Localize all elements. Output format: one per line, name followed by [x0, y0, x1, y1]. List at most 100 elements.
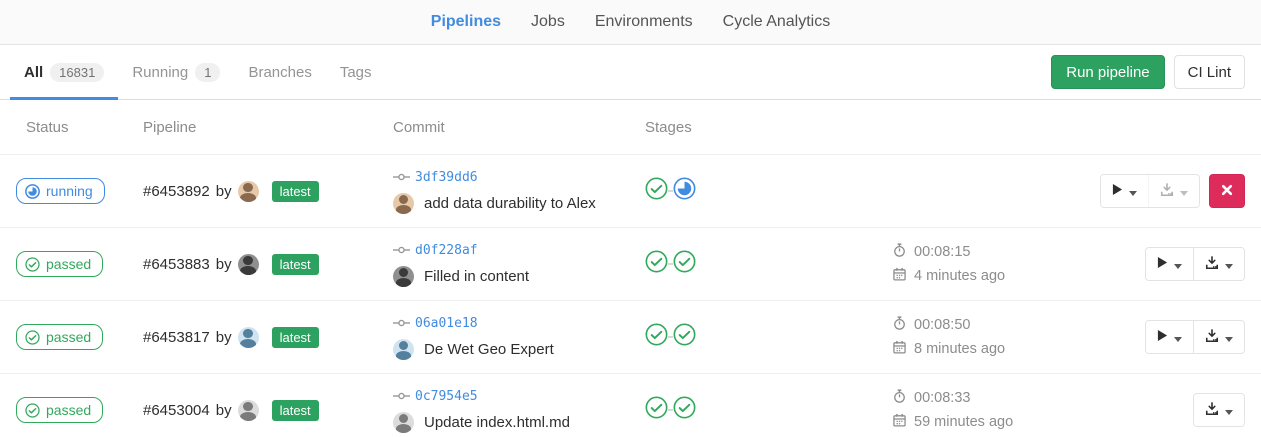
commit-sha-link[interactable]: d0f228af [415, 243, 478, 258]
caret-down-icon [1225, 257, 1233, 272]
pipelines-tab-bar: All 16831 Running 1 Branches Tags Run pi… [0, 45, 1261, 100]
artifacts-dropdown[interactable] [1148, 175, 1199, 207]
tab-all[interactable]: All 16831 [10, 45, 118, 99]
stage-passed-icon[interactable] [645, 396, 668, 424]
stage-passed-icon[interactable] [645, 250, 668, 278]
pipeline-row: passed #6453004 by latest 0c7954e5 Updat… [0, 374, 1261, 437]
pipeline-actions-group [1145, 247, 1245, 281]
status-label: running [46, 183, 93, 199]
caret-down-icon [1129, 184, 1137, 199]
tab-tags[interactable]: Tags [326, 45, 386, 99]
pipeline-link[interactable]: #6453817 [143, 329, 210, 346]
stage-passed-icon[interactable] [673, 250, 696, 278]
latest-badge: latest [272, 327, 319, 348]
manual-actions-dropdown[interactable] [1101, 175, 1148, 207]
nav-item-cycle-analytics[interactable]: Cycle Analytics [723, 13, 831, 31]
commit-message-link[interactable]: Filled in content [424, 268, 529, 285]
avatar[interactable] [238, 254, 259, 275]
tab-running-count: 1 [195, 63, 220, 82]
pipeline-time-ago: 8 minutes ago [914, 341, 1005, 357]
cancel-icon [1221, 184, 1233, 199]
artifacts-dropdown[interactable] [1193, 248, 1244, 280]
commit-author-avatar[interactable] [393, 412, 414, 433]
tab-bar-actions: Run pipeline CI Lint [1051, 45, 1245, 99]
timer-icon [893, 389, 906, 407]
pipeline-link[interactable]: #6453892 [143, 183, 210, 200]
commit-author-avatar[interactable] [393, 266, 414, 287]
run-pipeline-button[interactable]: Run pipeline [1051, 55, 1164, 89]
nav-item-pipelines[interactable]: Pipelines [431, 13, 501, 31]
pipeline-cell: #6453817 by latest [143, 327, 393, 348]
by-label: by [216, 329, 232, 346]
calendar-icon [893, 267, 906, 285]
avatar[interactable] [238, 400, 259, 421]
commit-author-avatar[interactable] [393, 339, 414, 360]
pipelines-table-header: Status Pipeline Commit Stages [0, 100, 1261, 155]
by-label: by [216, 183, 232, 200]
pipeline-actions-group [1100, 174, 1200, 208]
by-label: by [216, 402, 232, 419]
play-icon [1112, 183, 1123, 199]
commit-sha-link[interactable]: 06a01e18 [415, 316, 478, 331]
pipeline-link[interactable]: #6453004 [143, 402, 210, 419]
pipeline-duration: 00:08:50 [914, 317, 970, 333]
commit-cell: 06a01e18 De Wet Geo Expert [393, 315, 645, 360]
status-badge-passed[interactable]: passed [16, 251, 103, 277]
caret-down-icon [1174, 330, 1182, 345]
stage-running-icon[interactable] [673, 177, 696, 205]
pipeline-actions-group [1145, 320, 1245, 354]
artifacts-dropdown[interactable] [1193, 321, 1244, 353]
latest-badge: latest [272, 254, 319, 275]
pipeline-duration: 00:08:15 [914, 244, 970, 260]
stage-passed-icon[interactable] [645, 323, 668, 351]
calendar-icon [893, 413, 906, 431]
tab-running-label: Running [132, 64, 188, 81]
passed-icon [25, 257, 40, 272]
commit-sha-link[interactable]: 3df39dd6 [415, 170, 478, 185]
stage-passed-icon[interactable] [673, 396, 696, 424]
status-badge-running[interactable]: running [16, 178, 105, 204]
status-badge-passed[interactable]: passed [16, 324, 103, 350]
commit-icon [393, 315, 410, 332]
status-label: passed [46, 329, 91, 345]
pipeline-row: passed #6453817 by latest 06a01e18 De We… [0, 301, 1261, 374]
project-nav: Pipelines Jobs Environments Cycle Analyt… [0, 0, 1261, 45]
pipeline-cell: #6453892 by latest [143, 181, 393, 202]
artifacts-download-icon [1160, 183, 1174, 200]
commit-message-link[interactable]: De Wet Geo Expert [424, 341, 554, 358]
manual-actions-dropdown[interactable] [1146, 248, 1193, 280]
ci-lint-button[interactable]: CI Lint [1174, 55, 1245, 89]
artifacts-download-icon [1205, 256, 1219, 273]
avatar[interactable] [238, 181, 259, 202]
header-pipeline: Pipeline [143, 119, 393, 136]
manual-actions-dropdown[interactable] [1146, 321, 1193, 353]
cancel-pipeline-button[interactable] [1209, 174, 1245, 208]
stage-passed-icon[interactable] [645, 177, 668, 205]
commit-author-avatar[interactable] [393, 193, 414, 214]
artifacts-dropdown[interactable] [1194, 394, 1244, 426]
tab-running[interactable]: Running 1 [118, 45, 234, 99]
status-badge-passed[interactable]: passed [16, 397, 103, 423]
stage-passed-icon[interactable] [673, 323, 696, 351]
commit-cell: d0f228af Filled in content [393, 242, 645, 287]
pipeline-cell: #6453883 by latest [143, 254, 393, 275]
avatar[interactable] [238, 327, 259, 348]
commit-sha-link[interactable]: 0c7954e5 [415, 389, 478, 404]
commit-cell: 0c7954e5 Update index.html.md [393, 388, 645, 433]
pipeline-row: running #6453892 by latest 3df39dd6 add … [0, 155, 1261, 228]
artifacts-download-icon [1205, 329, 1219, 346]
commit-message-link[interactable]: Update index.html.md [424, 414, 570, 431]
pipeline-link[interactable]: #6453883 [143, 256, 210, 273]
tab-branches[interactable]: Branches [234, 45, 325, 99]
pipeline-time-ago: 59 minutes ago [914, 414, 1013, 430]
nav-item-jobs[interactable]: Jobs [531, 13, 565, 31]
status-label: passed [46, 402, 91, 418]
stages-cell [645, 250, 885, 278]
nav-item-environments[interactable]: Environments [595, 13, 693, 31]
header-commit: Commit [393, 119, 645, 136]
by-label: by [216, 256, 232, 273]
commit-message-link[interactable]: add data durability to Alex [424, 195, 596, 212]
timer-icon [893, 243, 906, 261]
timer-icon [893, 316, 906, 334]
caret-down-icon [1174, 257, 1182, 272]
